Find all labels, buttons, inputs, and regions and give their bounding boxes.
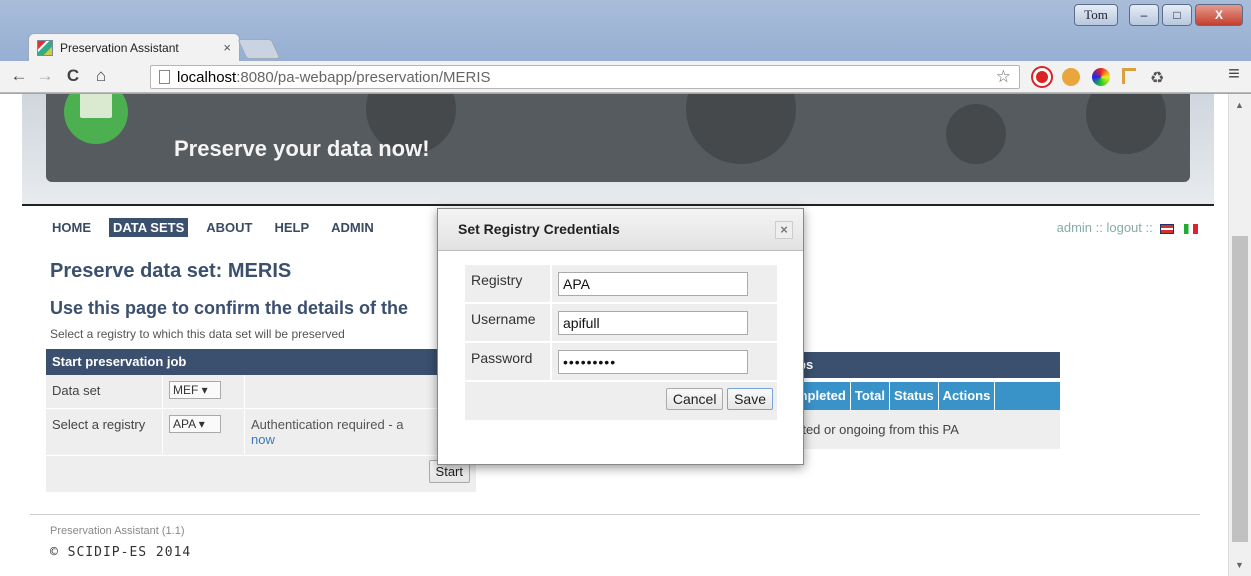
nav-help[interactable]: HELP [270,218,313,237]
password-field-label: Password [465,343,552,380]
window-controls: Tom – □ X [1074,4,1243,26]
nav-data-sets[interactable]: DATA SETS [109,218,189,237]
uk-flag-icon[interactable] [1160,223,1175,234]
cancel-button[interactable]: Cancel [665,388,724,410]
new-tab-button[interactable] [237,39,281,59]
profile-button[interactable]: Tom [1074,4,1118,26]
address-bar[interactable]: localhost :8080/pa-webapp/preservation/M… [150,65,1020,89]
nav-home[interactable]: HOME [48,218,95,237]
page-icon [159,70,170,84]
tab-close-icon[interactable]: × [223,40,231,55]
menu-icon[interactable]: ≡ [1223,63,1245,86]
tab-title: Preservation Assistant [60,40,179,55]
close-window-button[interactable]: X [1195,4,1243,26]
dialog-header: Set Registry Credentials × [438,209,803,251]
page-title: Preserve data set: MERIS [50,260,292,282]
italy-flag-icon[interactable] [1184,223,1198,234]
url-path: :8080/pa-webapp/preservation/MERIS [236,68,491,86]
start-job-panel: Start preservation job Data set MEF ▾ Se… [46,349,476,492]
site-banner: Preserve your data now! [22,94,1214,206]
start-row: Start [46,456,476,492]
auth-required-text: Authentication required - a [251,417,404,432]
maximize-button[interactable]: □ [1162,4,1192,26]
save-button[interactable]: Save [727,388,773,410]
start-job-heading: Start preservation job [46,349,476,375]
dialog-close-icon[interactable]: × [775,221,793,239]
footer-version: Preservation Assistant (1.1) [50,525,185,537]
reload-icon[interactable]: C [62,66,84,86]
registry-field-label: Registry [465,265,552,302]
main-nav: HOME DATA SETS ABOUT HELP ADMIN [48,218,378,237]
bookmark-star-icon[interactable]: ☆ [996,67,1011,87]
jobs-columns: mpleted Total Status Actions [792,382,1060,410]
forward-icon[interactable]: → [34,66,56,86]
registry-label: Select a registry [46,409,163,455]
password-input[interactable]: ••••••••• [558,349,748,374]
color-picker-extension-icon[interactable] [1092,68,1110,86]
page-scrollbar[interactable]: ▲ ▼ [1228,94,1251,576]
registry-input[interactable]: APA [558,271,748,296]
page-instruction: Select a registry to which this data set… [50,327,345,341]
minimize-button[interactable]: – [1129,4,1159,26]
footer-divider [30,514,1200,515]
col-total: Total [851,382,890,410]
dataset-row: Data set MEF ▾ [46,375,476,409]
dialog-actions: Cancel Save [465,382,777,420]
registry-field-row: Registry APA [465,265,777,302]
scroll-down-icon[interactable]: ▼ [1235,560,1244,570]
jobs-panel: bs mpleted Total Status Actions rted or … [792,352,1060,449]
back-icon[interactable]: ← [8,66,30,86]
nav-admin[interactable]: ADMIN [327,218,378,237]
browser-toolbar: ← → C ⌂ localhost :8080/pa-webapp/preser… [0,61,1251,93]
scroll-up-icon[interactable]: ▲ [1235,100,1244,110]
jobs-empty-message: rted or ongoing from this PA [792,410,1060,449]
browser-tab[interactable]: Preservation Assistant × [28,33,240,61]
home-icon[interactable]: ⌂ [90,66,112,86]
site-tagline: Preserve your data now! [174,136,430,161]
registry-credentials-dialog: Set Registry Credentials × Registry APA … [437,208,804,465]
username-input[interactable]: apifull [558,310,748,335]
title-bar: Tom – □ X [0,0,1251,30]
username-field-label: Username [465,304,552,341]
recycle-extension-icon[interactable]: ♻ [1150,68,1168,87]
scroll-thumb[interactable] [1232,236,1248,542]
dialog-form: Registry APA Username apifull Password •… [465,265,777,420]
url-host: localhost [177,68,237,86]
cookie-extension-icon[interactable] [1062,68,1080,86]
dialog-title: Set Registry Credentials [458,221,620,237]
browser-chrome: Tom – □ X Preservation Assistant × ← → C… [0,0,1251,98]
ruler-extension-icon[interactable] [1122,68,1136,84]
registry-select[interactable]: APA ▾ [169,415,221,433]
col-status: Status [890,382,939,410]
page-subtitle: Use this page to confirm the details of … [50,298,409,318]
user-links-text[interactable]: admin :: logout :: [1057,220,1153,235]
col-actions: Actions [939,382,996,410]
username-field-row: Username apifull [465,304,777,341]
opera-extension-icon[interactable] [1033,68,1051,86]
nav-about[interactable]: ABOUT [202,218,256,237]
footer-copyright: © SCIDIP-ES 2014 [50,545,192,560]
user-links: admin :: logout :: [1057,220,1198,235]
registry-row: Select a registry APA ▾ Authentication r… [46,409,476,456]
password-field-row: Password ••••••••• [465,343,777,380]
tab-favicon-icon [37,39,53,56]
site-logo-icon [64,94,128,144]
banner-panel: Preserve your data now! [46,94,1190,182]
dataset-select[interactable]: MEF ▾ [169,381,221,399]
dataset-label: Data set [46,375,163,408]
auth-now-link[interactable]: now [251,432,275,447]
jobs-heading: bs [792,352,1060,378]
